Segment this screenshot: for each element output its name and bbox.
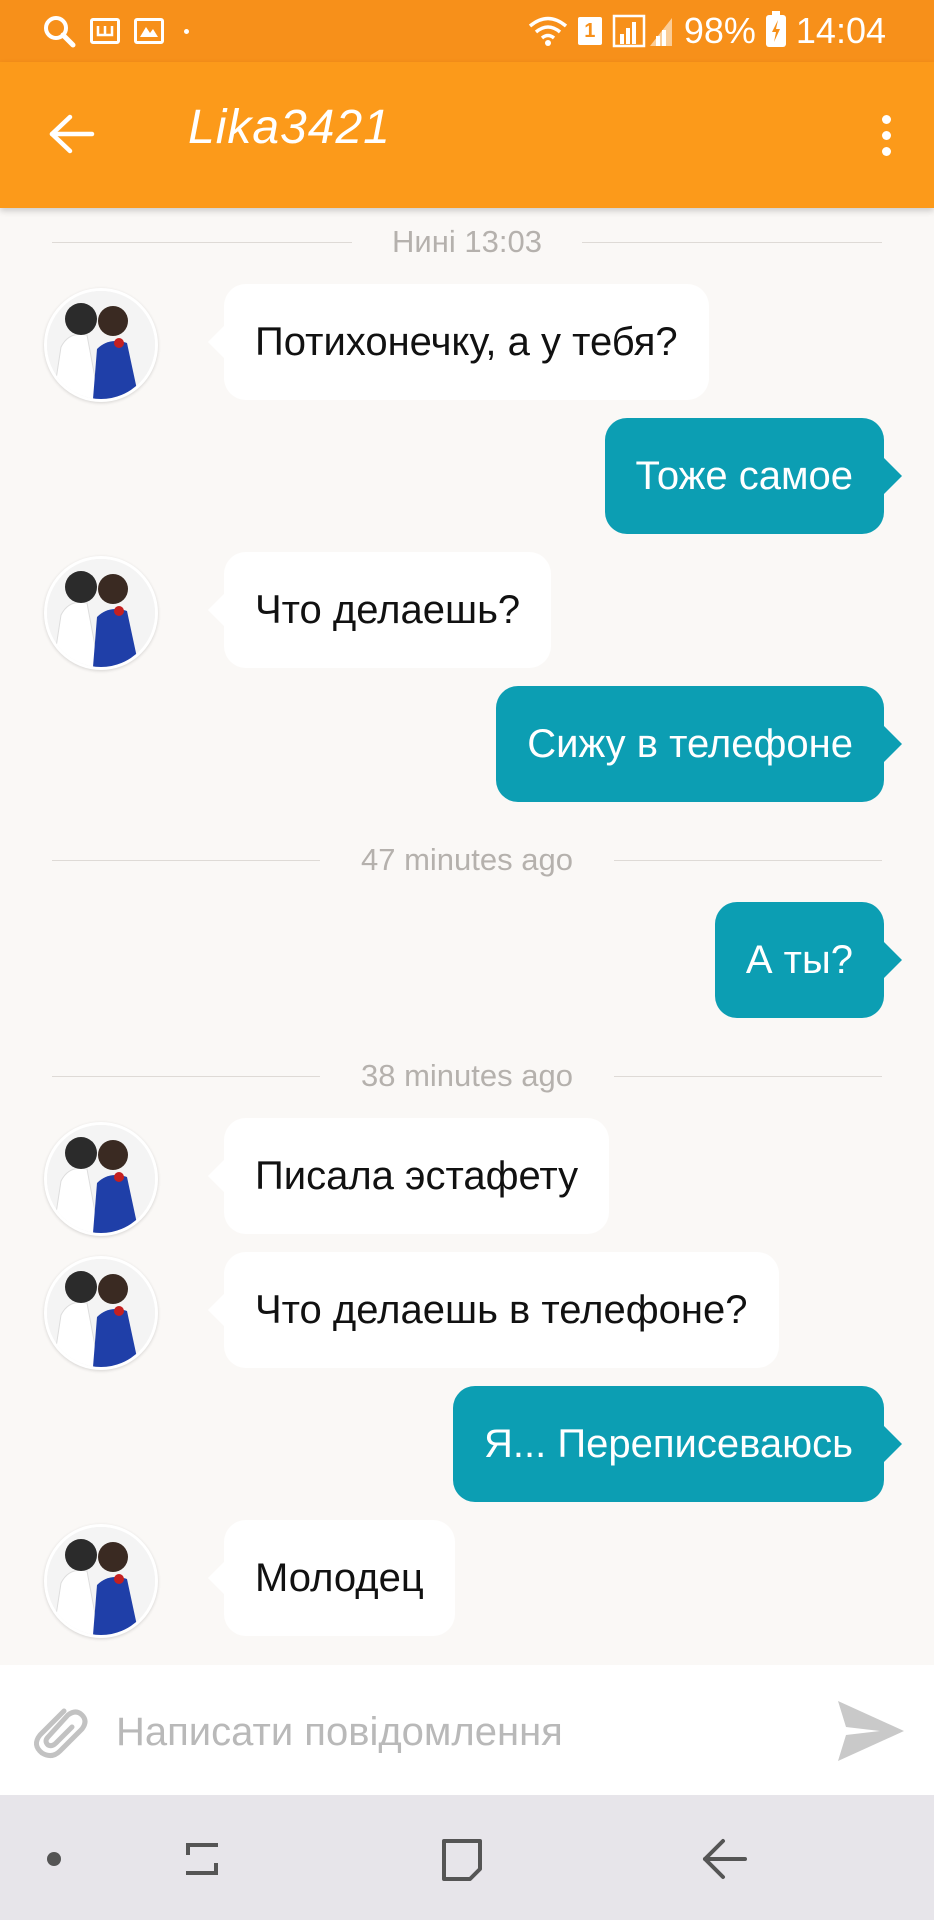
incoming-message[interactable]: Что делаешь в телефоне? (208, 1252, 779, 1368)
message-text: Что делаешь? (255, 587, 521, 632)
contact-avatar[interactable] (44, 288, 158, 402)
incoming-message[interactable]: Писала эстафету (207, 1118, 610, 1234)
send-icon (838, 1701, 904, 1761)
nav-dot-button[interactable] (22, 1827, 86, 1891)
battery-percent: 98% (683, 10, 756, 51)
shopping-icon (90, 18, 120, 44)
arrow-left-icon (49, 114, 95, 154)
outgoing-message[interactable]: Я... Переписеваюсь (453, 1386, 902, 1502)
contact-avatar[interactable] (44, 1256, 158, 1370)
status-left-icons (42, 12, 189, 50)
system-navigation-bar (0, 1795, 934, 1920)
incoming-message[interactable]: Потихонечку, а у тебя? (208, 284, 709, 400)
contact-avatar[interactable] (44, 1524, 158, 1638)
message-text: Молодец (255, 1555, 424, 1600)
contact-avatar[interactable] (44, 556, 158, 670)
dot-icon (184, 28, 189, 34)
clock: 14:04 (795, 10, 886, 51)
home-button[interactable] (430, 1827, 494, 1891)
gallery-icon (134, 18, 164, 44)
outgoing-message[interactable]: Сижу в телефоне (496, 686, 902, 802)
outgoing-message[interactable]: Тоже самое (604, 418, 903, 534)
message-text: Сижу в телефоне (527, 721, 853, 766)
contact-avatar[interactable] (44, 1122, 158, 1236)
status-bar: 1 98% 14:04 (0, 0, 934, 62)
message-text: А ты? (745, 937, 853, 982)
message-input[interactable] (114, 1693, 808, 1771)
more-options-button[interactable] (856, 100, 916, 170)
date-separator: Нині 13:03 (52, 222, 882, 262)
message-text: Потихонечку, а у тебя? (255, 319, 678, 364)
message-text: Что делаешь в телефоне? (255, 1287, 748, 1332)
more-vertical-icon (881, 114, 891, 124)
date-separator: 47 minutes ago (52, 840, 882, 880)
date-separator: 38 minutes ago (52, 1056, 882, 1096)
message-text: Тоже самое (635, 453, 853, 498)
recent-apps-icon (186, 1843, 218, 1875)
search-icon (44, 16, 76, 48)
status-right-icons: 1 98% 14:04 (528, 10, 886, 52)
wifi-icon (528, 16, 567, 46)
system-back-button[interactable] (692, 1827, 756, 1891)
conversation-title: Lika3421 (188, 101, 391, 154)
sim-icon: 1 (577, 17, 602, 45)
home-icon (442, 1839, 482, 1881)
paperclip-icon (34, 1708, 88, 1759)
send-button[interactable] (834, 1695, 908, 1767)
recent-apps-button[interactable] (170, 1827, 234, 1891)
chat-header: Lika3421 (0, 62, 934, 208)
incoming-message[interactable]: Молодец (208, 1520, 455, 1636)
battery-charging-icon (765, 11, 786, 47)
back-button[interactable] (40, 102, 104, 166)
dot-icon (47, 1852, 61, 1866)
outgoing-message[interactable]: А ты? (714, 902, 903, 1018)
incoming-message[interactable]: Что делаешь? (207, 552, 552, 668)
signal-icon (612, 14, 672, 48)
message-text: Я... Переписеваюсь (484, 1421, 853, 1466)
message-list[interactable]: Нині 13:03 Потихонечку, а у тебя? Тоже с… (0, 208, 934, 1665)
back-icon (703, 1839, 747, 1879)
message-composer (0, 1665, 934, 1795)
attach-button[interactable] (24, 1697, 92, 1765)
message-text: Писала эстафету (255, 1153, 579, 1198)
